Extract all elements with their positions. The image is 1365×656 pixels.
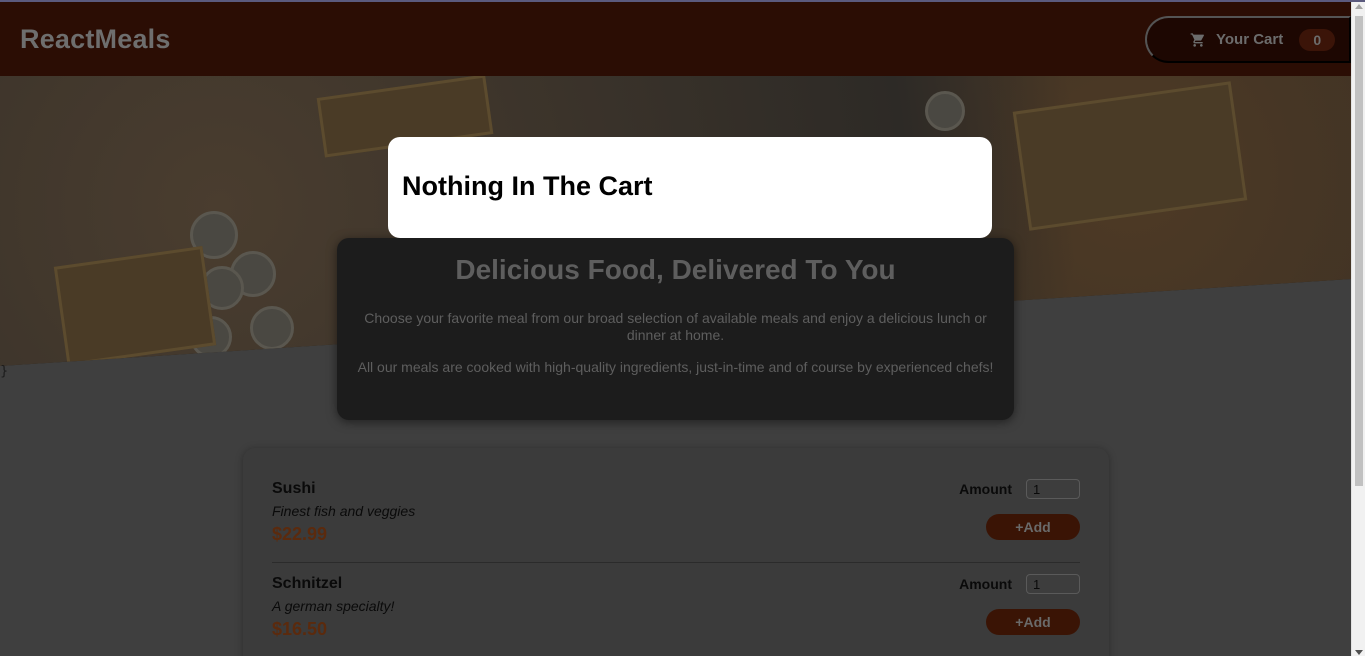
- brand-title: ReactMeals: [20, 23, 171, 54]
- add-to-cart-button[interactable]: +Add: [986, 514, 1080, 540]
- cart-count-badge: 0: [1299, 28, 1336, 51]
- modal-title: Nothing In The Cart: [402, 171, 653, 201]
- scroll-down-arrow-icon[interactable]: [1355, 650, 1363, 655]
- page: ReactMeals Your Cart 0 } Delicious Food,…: [0, 2, 1351, 656]
- amount-input[interactable]: [1026, 574, 1080, 594]
- amount-row: Amount: [950, 574, 1080, 594]
- app-header: ReactMeals Your Cart 0: [0, 2, 1351, 76]
- meal-item: Schnitzel A german specialty! $16.50 Amo…: [272, 563, 1080, 656]
- amount-label: Amount: [959, 576, 1012, 592]
- add-to-cart-button[interactable]: +Add: [986, 609, 1080, 635]
- summary-paragraph: All our meals are cooked with high-quali…: [357, 359, 994, 375]
- amount-input[interactable]: [1026, 479, 1080, 499]
- scroll-up-arrow-icon[interactable]: [1355, 4, 1363, 9]
- available-meals-card: Sushi Finest fish and veggies $22.99 Amo…: [243, 448, 1109, 656]
- meal-item: Sushi Finest fish and veggies $22.99 Amo…: [272, 468, 1080, 563]
- meals-summary: Delicious Food, Delivered To You Choose …: [337, 238, 1014, 420]
- scrollbar-thumb[interactable]: [1355, 16, 1363, 486]
- cart-icon: [1190, 32, 1204, 47]
- meal-item-form: Amount +Add: [950, 574, 1080, 635]
- meal-item-form: Amount +Add: [950, 479, 1080, 540]
- vertical-scrollbar[interactable]: [1351, 2, 1365, 656]
- amount-label: Amount: [959, 481, 1012, 497]
- summary-title: Delicious Food, Delivered To You: [455, 254, 896, 285]
- cart-modal: Nothing In The Cart: [388, 137, 992, 238]
- stray-brace-text: }: [0, 364, 9, 379]
- cart-label: Your Cart: [1216, 31, 1284, 48]
- cart-button[interactable]: Your Cart 0: [1145, 16, 1351, 63]
- summary-paragraph: Choose your favorite meal from our broad…: [364, 310, 987, 343]
- amount-row: Amount: [950, 479, 1080, 499]
